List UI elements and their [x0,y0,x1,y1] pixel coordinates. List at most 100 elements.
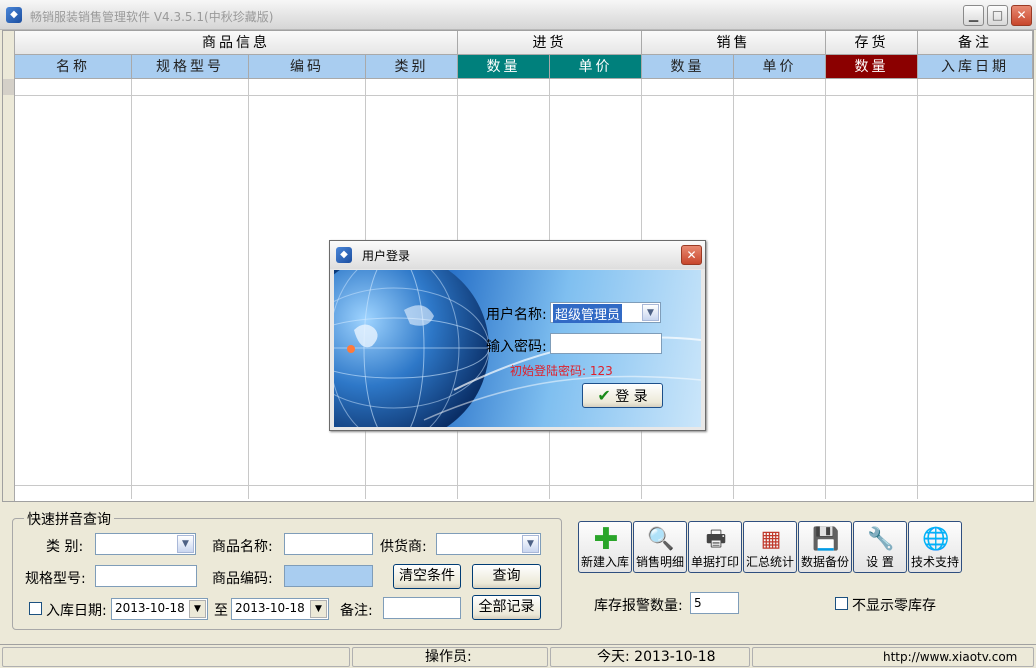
clear-conditions-button[interactable]: 清空条件 [393,564,461,589]
grid-row-line [15,95,1033,96]
group-purchase: 进货 [458,31,642,55]
maximize-button[interactable]: □ [987,5,1008,26]
login-dialog-body: 用户名称: 超级管理员 ▼ 输入密码: 初始登陆密码: 123 ✔ 登 录 [334,270,701,427]
website-status[interactable]: http://www.xiaotv.com [752,647,1034,667]
query-button[interactable]: 查询 [472,564,541,589]
username-select[interactable]: 超级管理员 ▼ [550,302,661,323]
all-records-button[interactable]: 全部记录 [472,595,541,620]
category-label: 类 别: [46,539,84,555]
group-sales: 销售 [642,31,826,55]
to-label: 至 [214,603,228,619]
col-sales-qty[interactable]: 数量 [642,55,734,79]
remark-label: 备注: [340,603,373,619]
title-bar: ◆ 畅销服装销售管理软件 V4.3.5.1(中秋珍藏版) ▁ □ ✕ [0,0,1036,30]
date-to-picker[interactable]: 2013-10-18 ▼ [231,598,329,620]
close-button[interactable]: ✕ [1011,5,1032,26]
col-name[interactable]: 名称 [15,55,132,79]
product-name-label: 商品名称: [212,539,273,555]
settings-label: 设 置 [866,555,894,569]
stock-alarm-input[interactable]: 5 [690,592,739,614]
group-stock: 存货 [826,31,918,55]
login-button[interactable]: ✔ 登 录 [582,383,663,408]
hide-zero-checkbox[interactable] [835,597,848,610]
print-button[interactable]: 🖶 单据打印 [688,521,742,573]
magnifier-icon: 🔍 [647,527,675,552]
login-dialog-titlebar: ◆ 用户登录 ✕ [330,241,705,269]
status-pane-blank [2,647,350,667]
username-value: 超级管理员 [553,304,623,323]
sales-detail-button[interactable]: 🔍 销售明细 [633,521,687,573]
spec-label: 规格型号: [25,571,86,587]
password-label: 输入密码: [486,339,547,355]
password-input[interactable] [550,333,662,354]
summary-label: 汇总统计 [745,555,794,569]
floppy-icon: 💾 [812,527,840,552]
username-label: 用户名称: [486,307,547,323]
col-category[interactable]: 类别 [366,55,458,79]
chevron-down-icon[interactable]: ▼ [642,304,659,321]
tech-support-label: 技术支持 [910,555,959,569]
col-purchase-price[interactable]: 单价 [550,55,642,79]
col-spec[interactable]: 规格型号 [132,55,249,79]
print-label: 单据打印 [690,555,739,569]
row-selector[interactable] [3,79,15,95]
tech-support-button[interactable]: 🌐 技术支持 [908,521,962,573]
minimize-button[interactable]: ▁ [963,5,984,26]
col-stock-qty[interactable]: 数量 [826,55,918,79]
settings-button[interactable]: 🔧 设 置 [853,521,907,573]
printer-icon: 🖶 [705,527,727,552]
chevron-down-icon[interactable]: ▼ [310,600,327,618]
footer-selector [3,485,15,501]
plus-icon: ✚ [593,522,619,557]
date-from-value: 2013-10-18 [115,601,185,615]
col-purchase-qty[interactable]: 数量 [458,55,550,79]
chevron-down-icon[interactable]: ▼ [177,535,194,553]
product-code-input[interactable] [284,565,373,587]
status-bar: 操作员: 今天: 2013-10-18 http://www.xiaotv.co… [0,644,1036,668]
date-filter-checkbox[interactable] [29,602,42,615]
supplier-label: 供货商: [380,539,427,555]
spec-input[interactable] [95,565,197,587]
grid-col-line [917,79,918,499]
supplier-select[interactable]: ▼ [436,533,541,555]
today-status: 今天: 2013-10-18 [550,647,750,667]
window-title: 畅销服装销售管理软件 V4.3.5.1(中秋珍藏版) [30,10,274,24]
wrench-icon: 🔧 [867,527,895,552]
date-label: 入库日期: [46,603,107,619]
col-stock-date[interactable]: 入库日期 [918,55,1033,79]
login-close-button[interactable]: ✕ [681,245,702,265]
date-from-picker[interactable]: 2013-10-18 ▼ [111,598,208,620]
new-stock-button[interactable]: ✚ 新建入库 [578,521,632,573]
chevron-down-icon[interactable]: ▼ [522,535,539,553]
header-corner [3,31,15,79]
grid-col-line [131,79,132,499]
product-code-label: 商品编码: [212,571,273,587]
group-remark: 备注 [918,31,1033,55]
grid-footer-line [15,485,1033,486]
operator-status: 操作员: [352,647,548,667]
stock-alarm-label: 库存报警数量: [594,598,683,614]
product-name-input[interactable] [284,533,373,555]
login-dialog-title: 用户登录 [362,249,411,263]
group-product-info: 商品信息 [15,31,458,55]
row-selector-area [3,95,15,485]
quick-query-legend: 快速拼音查询 [24,509,114,529]
initial-password-hint: 初始登陆密码: 123 [510,364,613,378]
summary-button[interactable]: ▦ 汇总统计 [743,521,797,573]
chevron-down-icon[interactable]: ▼ [189,600,206,618]
remark-input[interactable] [383,597,461,619]
col-code[interactable]: 编码 [249,55,366,79]
col-sales-price[interactable]: 单价 [734,55,826,79]
backup-label: 数据备份 [800,555,849,569]
calendar-icon: ▦ [760,527,782,552]
category-select[interactable]: ▼ [95,533,196,555]
login-dialog: ◆ 用户登录 ✕ 用户名称: 超级管理员 ▼ 输入密码: 初始登陆密码: 123… [329,240,706,431]
backup-button[interactable]: 💾 数据备份 [798,521,852,573]
dialog-shield-icon: ◆ [336,247,352,263]
grid-col-line [733,79,734,499]
hide-zero-label: 不显示零库存 [852,598,936,614]
globe-icon: 🌐 [922,527,950,552]
new-stock-label: 新建入库 [580,555,629,569]
grid-col-line [825,79,826,499]
sales-detail-label: 销售明细 [635,555,684,569]
